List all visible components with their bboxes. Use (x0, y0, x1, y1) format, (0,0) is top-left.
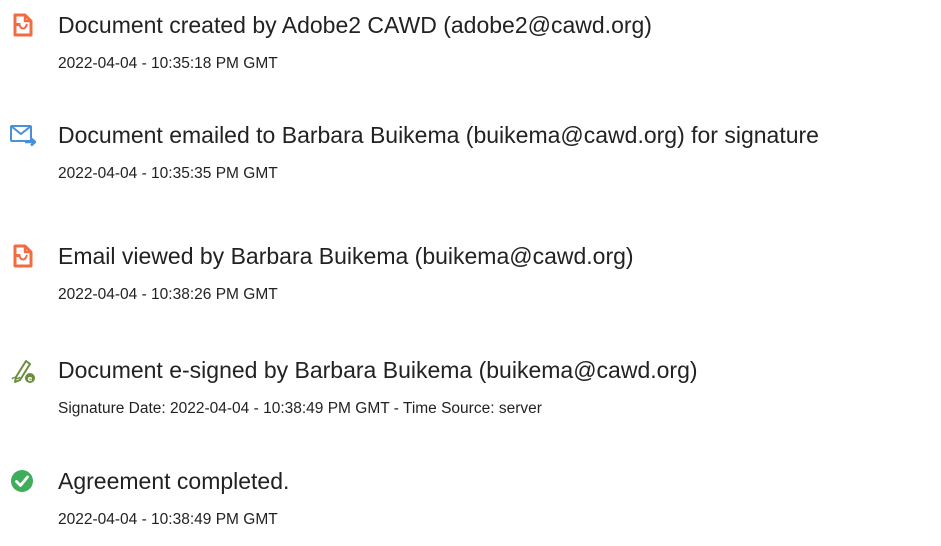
email-send-icon (8, 120, 38, 150)
document-icon (8, 10, 38, 40)
audit-event-viewed: Email viewed by Barbara Buikema (buikema… (0, 241, 941, 321)
event-timestamp: 2022-04-04 - 10:38:49 PM GMT (58, 511, 278, 528)
audit-event-created: Document created by Adobe2 CAWD (adobe2@… (0, 10, 941, 90)
event-title: Document emailed to Barbara Buikema (bui… (58, 122, 819, 148)
event-timestamp: Signature Date: 2022-04-04 - 10:38:49 PM… (58, 400, 542, 417)
event-title: Document created by Adobe2 CAWD (adobe2@… (58, 12, 652, 38)
document-icon (8, 241, 38, 271)
audit-event-signed: e Document e-signed by Barbara Buikema (… (0, 355, 941, 435)
pen-signature-icon: e (8, 355, 38, 385)
event-timestamp: 2022-04-04 - 10:38:26 PM GMT (58, 286, 278, 303)
event-title: Agreement completed. (58, 468, 290, 494)
audit-event-emailed: Document emailed to Barbara Buikema (bui… (0, 120, 941, 200)
svg-text:e: e (28, 375, 33, 383)
event-timestamp: 2022-04-04 - 10:35:35 PM GMT (58, 165, 278, 182)
check-circle-icon (8, 466, 38, 496)
event-title: Email viewed by Barbara Buikema (buikema… (58, 243, 634, 269)
audit-event-completed: Agreement completed. 2022-04-04 - 10:38:… (0, 466, 941, 546)
event-title: Document e-signed by Barbara Buikema (bu… (58, 357, 698, 383)
event-timestamp: 2022-04-04 - 10:35:18 PM GMT (58, 55, 278, 72)
